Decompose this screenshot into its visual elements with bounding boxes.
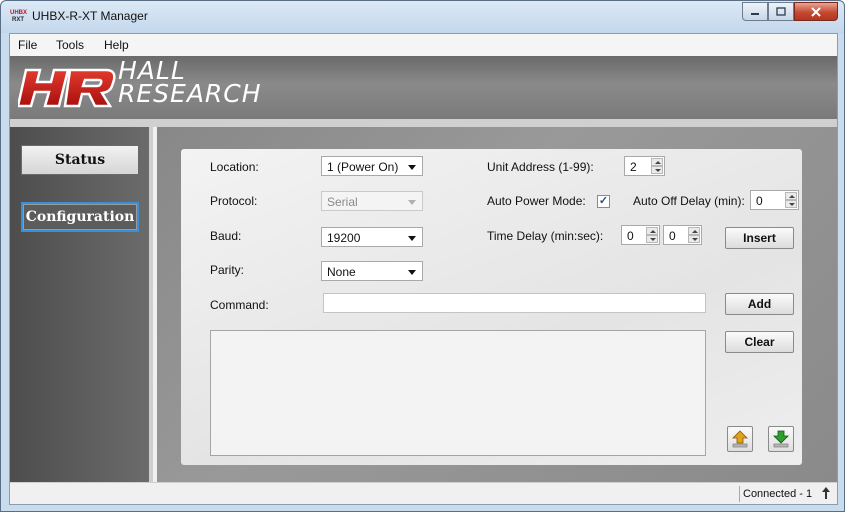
- window-controls: [742, 2, 838, 21]
- protocol-label: Protocol:: [210, 194, 258, 208]
- chevron-down-icon: [408, 236, 416, 241]
- checkmark-icon: ✓: [598, 195, 609, 207]
- configuration-panel: Location: 1 (Power On) Protocol: Serial …: [181, 149, 802, 465]
- download-button[interactable]: [768, 426, 794, 452]
- location-select-value: 1 (Power On): [327, 160, 399, 174]
- command-input[interactable]: [323, 293, 706, 313]
- side-nav: Status Configuration: [10, 127, 153, 482]
- auto-off-delay-label: Auto Off Delay (min):: [633, 194, 745, 208]
- download-arrow-icon: [773, 430, 789, 448]
- spin-up-button[interactable]: [651, 158, 663, 166]
- configuration-page: Location: 1 (Power On) Protocol: Serial …: [157, 127, 837, 482]
- spin-down-button[interactable]: [785, 200, 797, 208]
- menu-tools[interactable]: Tools: [56, 38, 84, 52]
- spin-up-button[interactable]: [646, 227, 658, 235]
- unit-address-spinner[interactable]: 2: [624, 156, 665, 176]
- spinner-buttons: [785, 192, 797, 208]
- time-delay-min-value: 0: [627, 229, 634, 243]
- hall-research-logo-mark: [18, 68, 116, 108]
- spin-up-button[interactable]: [785, 192, 797, 200]
- spinner-buttons: [646, 227, 658, 243]
- protocol-select: Serial: [321, 191, 423, 211]
- app-window: UHBX RXT UHBX-R-XT Manager File Tools He…: [0, 0, 845, 512]
- baud-select-value: 19200: [327, 231, 361, 245]
- connection-icon: [822, 487, 830, 502]
- title-bar[interactable]: UHBX RXT UHBX-R-XT Manager: [1, 1, 844, 33]
- spin-down-button[interactable]: [646, 235, 658, 243]
- parity-label: Parity:: [210, 263, 245, 277]
- client-area: File Tools Help HALL RESEARCH Status Con…: [9, 33, 838, 505]
- nav-status-button[interactable]: Status: [21, 145, 139, 175]
- time-delay-sec-value: 0: [669, 229, 676, 243]
- spinner-buttons: [688, 227, 700, 243]
- command-list[interactable]: [210, 330, 706, 456]
- time-delay-sec-spinner[interactable]: 0: [663, 225, 702, 245]
- location-label: Location:: [210, 160, 259, 174]
- parity-select[interactable]: None: [321, 261, 423, 281]
- spin-up-button[interactable]: [688, 227, 700, 235]
- status-separator: [739, 486, 740, 502]
- insert-button[interactable]: Insert: [725, 227, 794, 249]
- parity-select-value: None: [327, 265, 356, 279]
- command-label: Command:: [210, 298, 269, 312]
- auto-power-mode-label: Auto Power Mode:: [487, 194, 586, 208]
- nav-configuration-button[interactable]: Configuration: [21, 202, 139, 232]
- app-icon: UHBX RXT: [10, 10, 28, 25]
- chevron-down-icon: [408, 165, 416, 170]
- spinner-buttons: [651, 158, 663, 174]
- unit-address-value: 2: [630, 160, 637, 174]
- minimize-icon: [751, 12, 759, 15]
- time-delay-min-spinner[interactable]: 0: [621, 225, 660, 245]
- protocol-select-value: Serial: [327, 195, 358, 209]
- menu-bar: File Tools Help: [10, 34, 837, 56]
- upload-button[interactable]: [727, 426, 753, 452]
- app-icon-top-text: UHBX: [10, 10, 28, 16]
- clear-button[interactable]: Clear: [725, 331, 794, 353]
- status-bar: Connected - 1: [10, 482, 837, 504]
- menu-help[interactable]: Help: [104, 38, 129, 52]
- auto-off-delay-value: 0: [756, 194, 763, 208]
- auto-off-delay-spinner[interactable]: 0: [750, 190, 799, 210]
- maximize-button[interactable]: [768, 2, 794, 21]
- chevron-down-icon: [408, 200, 416, 205]
- connection-status-text: Connected - 1: [743, 488, 813, 500]
- baud-label: Baud:: [210, 229, 242, 243]
- minimize-button[interactable]: [742, 2, 768, 21]
- baud-select[interactable]: 19200: [321, 227, 423, 247]
- location-select[interactable]: 1 (Power On): [321, 156, 423, 176]
- unit-address-label: Unit Address (1-99):: [487, 160, 594, 174]
- close-button[interactable]: [794, 2, 838, 21]
- window-title: UHBX-R-XT Manager: [32, 9, 148, 23]
- banner-separator: [10, 119, 837, 127]
- maximize-icon: [776, 7, 786, 16]
- menu-file[interactable]: File: [18, 38, 37, 52]
- spin-down-button[interactable]: [688, 235, 700, 243]
- brand-banner: HALL RESEARCH: [10, 56, 837, 119]
- add-button[interactable]: Add: [725, 293, 794, 315]
- spin-down-button[interactable]: [651, 166, 663, 174]
- time-delay-label: Time Delay (min:sec):: [487, 229, 604, 243]
- chevron-down-icon: [408, 270, 416, 275]
- close-icon: [811, 6, 821, 17]
- auto-power-mode-checkbox[interactable]: ✓: [597, 195, 610, 208]
- app-icon-bottom-text: RXT: [12, 17, 24, 23]
- upload-arrow-icon: [732, 430, 748, 448]
- brand-research-text: RESEARCH: [118, 79, 262, 108]
